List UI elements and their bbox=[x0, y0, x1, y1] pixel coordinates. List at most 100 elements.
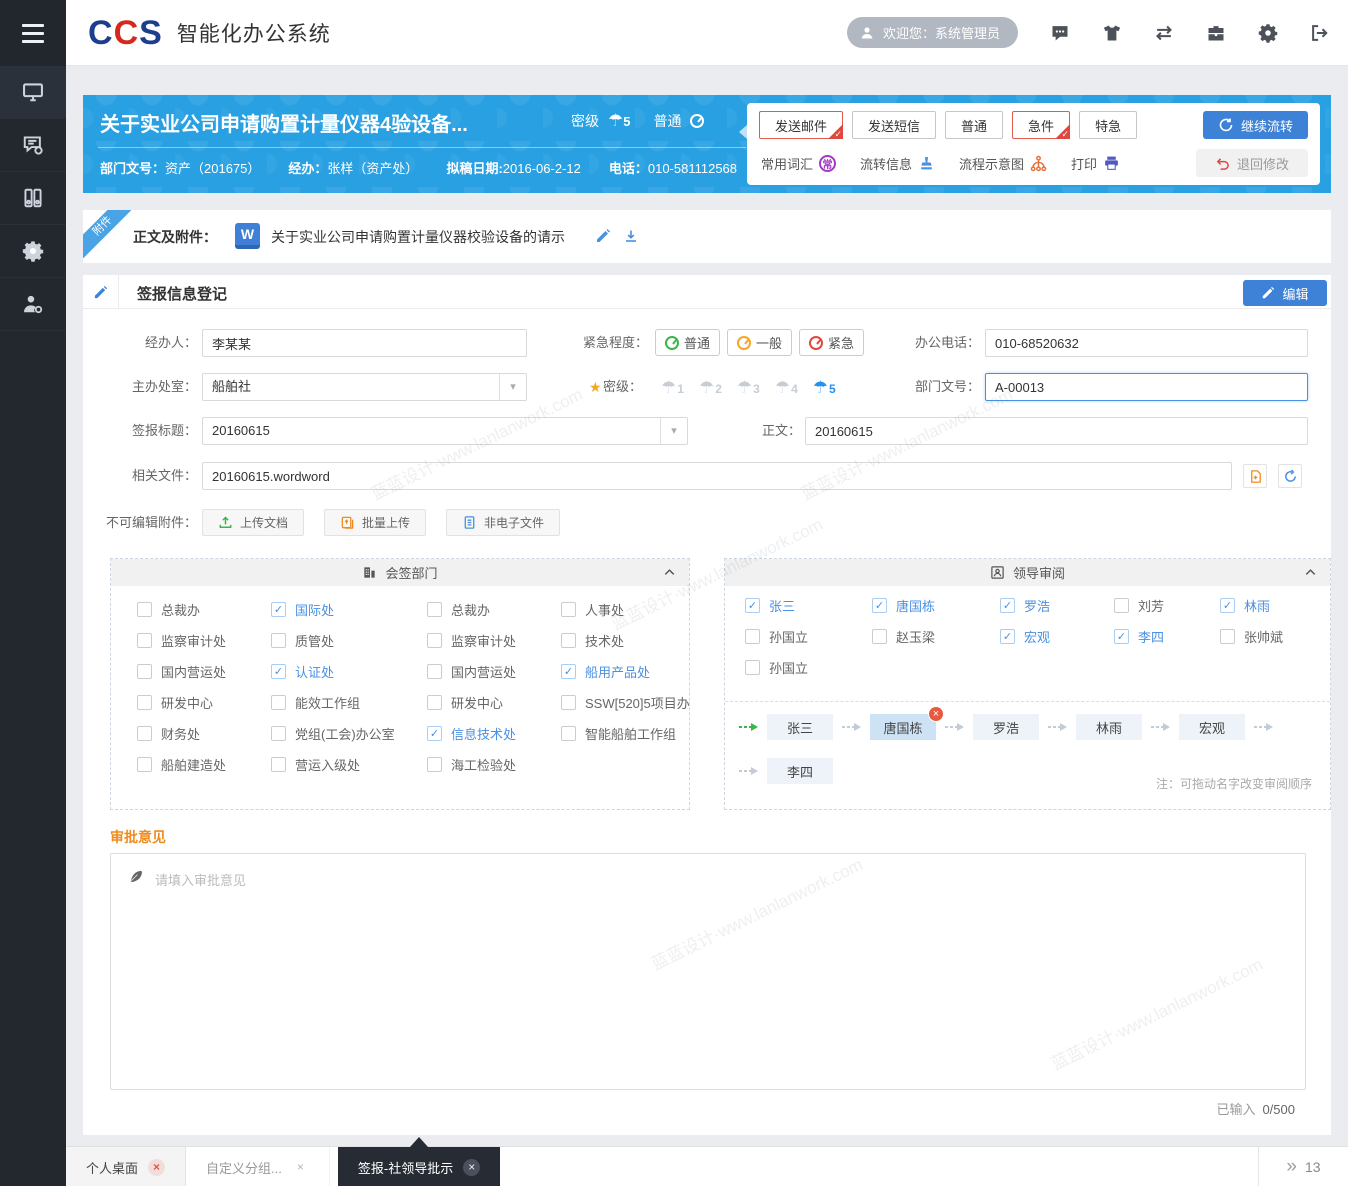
doc-action-link[interactable]: 流程示意图 bbox=[959, 154, 1047, 173]
reviewer-order-tag[interactable]: 张三 bbox=[767, 714, 833, 740]
reviewer-order-tag[interactable]: 宏观 bbox=[1179, 714, 1245, 740]
countersign-checkbox-item[interactable]: ✓认证处 bbox=[271, 661, 427, 681]
briefcase-icon[interactable] bbox=[1206, 23, 1226, 43]
countersign-checkbox-item[interactable]: 船舶建造处 bbox=[137, 754, 271, 774]
menu-toggle-icon[interactable] bbox=[0, 0, 66, 66]
urgency-option[interactable]: 普通 bbox=[655, 329, 720, 356]
refresh-button[interactable] bbox=[1278, 464, 1302, 488]
workspace-tab[interactable]: 签报-社领导批示× bbox=[338, 1147, 500, 1186]
opinion-textarea[interactable] bbox=[110, 853, 1306, 1090]
leader-checkbox-item[interactable]: ✓李四 bbox=[1114, 626, 1220, 646]
countersign-checkbox-item[interactable]: 智能船舶工作组 bbox=[561, 723, 690, 743]
leader-checkbox-item[interactable]: 刘芳 bbox=[1114, 595, 1220, 615]
attachment-button[interactable]: 上传文档 bbox=[202, 509, 304, 536]
leader-checkbox-item[interactable]: ✓林雨 bbox=[1220, 595, 1324, 615]
countersign-checkbox-item[interactable]: 国内营运处 bbox=[427, 661, 561, 681]
countersign-checkbox-item[interactable]: 质管处 bbox=[271, 630, 427, 650]
countersign-checkbox-item[interactable]: 营运入级处 bbox=[271, 754, 427, 774]
tab-close-icon[interactable]: × bbox=[148, 1159, 165, 1176]
sidebar-item-desktop[interactable] bbox=[0, 66, 66, 119]
leader-checkbox-item[interactable]: ✓唐国栋 bbox=[872, 595, 1000, 615]
leader-checkbox-item[interactable]: ✓宏观 bbox=[1000, 626, 1114, 646]
secrecy-level-4[interactable]: ☂4 bbox=[775, 379, 798, 396]
office-phone-input[interactable] bbox=[985, 329, 1308, 357]
sidebar-item-messages[interactable] bbox=[0, 119, 66, 172]
countersign-checkbox-item[interactable]: 研发中心 bbox=[427, 692, 561, 712]
tab-close-icon[interactable]: × bbox=[463, 1159, 480, 1176]
attachment-file-name[interactable]: 关于实业公司申请购置计量仪器校验设备的请示 bbox=[271, 227, 565, 247]
user-menu[interactable]: 欢迎您：系统管理员 bbox=[847, 17, 1018, 48]
host-office-select[interactable]: 船舶社 bbox=[202, 373, 527, 401]
logout-icon[interactable] bbox=[1310, 23, 1330, 43]
countersign-checkbox-item[interactable]: ✓信息技术处 bbox=[427, 723, 561, 743]
doc-action-button[interactable]: 发送短信 bbox=[852, 111, 936, 139]
secrecy-level-5[interactable]: ☂5 bbox=[813, 379, 836, 396]
countersign-checkbox-item[interactable]: 监察审计处 bbox=[427, 630, 561, 650]
related-file-input[interactable] bbox=[202, 462, 1232, 490]
doc-action-button[interactable]: 退回修改 bbox=[1196, 149, 1308, 177]
reviewer-order-tag[interactable]: 罗浩 bbox=[973, 714, 1039, 740]
sidebar-item-users[interactable] bbox=[0, 278, 66, 331]
reviewer-order-tag[interactable]: 林雨 bbox=[1076, 714, 1142, 740]
remove-icon[interactable]: × bbox=[928, 706, 944, 722]
countersign-checkbox-item[interactable]: SSW[520]5项目办 bbox=[561, 692, 690, 712]
leader-checkbox-item[interactable]: 孙国立 bbox=[745, 626, 872, 646]
sidebar-item-archive[interactable] bbox=[0, 172, 66, 225]
download-icon[interactable] bbox=[623, 228, 639, 244]
countersign-checkbox-item[interactable]: ✓国际处 bbox=[271, 599, 427, 619]
countersign-checkbox-item[interactable]: 总裁办 bbox=[427, 599, 561, 619]
urgency-option[interactable]: 紧急 bbox=[799, 329, 864, 356]
countersign-checkbox-item[interactable]: 人事处 bbox=[561, 599, 690, 619]
countersign-checkbox-item[interactable]: 技术处 bbox=[561, 630, 690, 650]
attachment-button[interactable]: 批量上传 bbox=[324, 509, 426, 536]
doc-action-button[interactable]: 急件✓ bbox=[1012, 111, 1070, 139]
settings-icon[interactable] bbox=[1258, 23, 1278, 43]
attachment-button[interactable]: 非电子文件 bbox=[446, 509, 560, 536]
leader-checkbox-item[interactable]: ✓罗浩 bbox=[1000, 595, 1114, 615]
body-input[interactable] bbox=[805, 417, 1308, 445]
tab-close-icon[interactable]: × bbox=[292, 1159, 309, 1176]
dept-no-input[interactable] bbox=[985, 373, 1308, 401]
countersign-checkbox-item[interactable]: 财务处 bbox=[137, 723, 271, 743]
more-tabs-button[interactable]: » 13 bbox=[1258, 1147, 1348, 1186]
edit-icon[interactable] bbox=[595, 228, 611, 244]
countersign-checkbox-item[interactable]: 能效工作组 bbox=[271, 692, 427, 712]
doc-action-button[interactable]: 特急 bbox=[1079, 111, 1137, 139]
doc-action-link[interactable]: 流转信息 bbox=[860, 154, 935, 173]
transfer-icon[interactable] bbox=[1154, 23, 1174, 43]
countersign-checkbox-item[interactable]: 党组(工会)办公室 bbox=[271, 723, 427, 743]
secrecy-level-3[interactable]: ☂3 bbox=[737, 379, 760, 396]
add-doc-button[interactable] bbox=[1243, 464, 1267, 488]
secrecy-level-1[interactable]: ☂1 bbox=[661, 379, 684, 396]
doc-action-button[interactable]: 发送邮件✓ bbox=[759, 111, 843, 139]
sidebar-item-system[interactable] bbox=[0, 225, 66, 278]
workspace-tab[interactable]: 个人桌面× bbox=[66, 1147, 186, 1186]
report-title-combo[interactable]: 20160615 bbox=[202, 417, 688, 445]
leader-checkbox-item[interactable]: 赵玉梁 bbox=[872, 626, 1000, 646]
leader-checkbox-item[interactable]: 孙国立 bbox=[745, 657, 872, 677]
leader-checkbox-item[interactable]: 张帅斌 bbox=[1220, 626, 1324, 646]
countersign-checkbox-item[interactable]: 总裁办 bbox=[137, 599, 271, 619]
reviewer-order-tag[interactable]: 唐国栋× bbox=[870, 714, 936, 740]
countersign-checkbox-item[interactable]: 监察审计处 bbox=[137, 630, 271, 650]
urgency-option[interactable]: 一般 bbox=[727, 329, 792, 356]
leader-checkbox-item[interactable]: ✓张三 bbox=[745, 595, 872, 615]
workspace-tab[interactable]: 自定义分组...× bbox=[186, 1147, 330, 1186]
chevron-up-icon[interactable] bbox=[662, 565, 677, 580]
handler-input[interactable] bbox=[202, 329, 527, 357]
countersign-checkbox-item[interactable]: 国内营运处 bbox=[137, 661, 271, 681]
doc-action-button[interactable]: 继续流转 bbox=[1203, 111, 1308, 139]
countersign-checkbox-item[interactable]: 海工检验处 bbox=[427, 754, 561, 774]
theme-icon[interactable] bbox=[1102, 23, 1122, 43]
chevron-up-icon[interactable] bbox=[1303, 565, 1318, 580]
reviewer-order-tag[interactable]: 李四 bbox=[767, 758, 833, 784]
countersign-checkbox-item[interactable]: 研发中心 bbox=[137, 692, 271, 712]
secrecy-level-2[interactable]: ☂2 bbox=[699, 379, 722, 396]
secrecy-rating: ☂1 ☂2 ☂3 ☂4 ☂5 bbox=[661, 373, 836, 401]
comment-icon[interactable] bbox=[1050, 23, 1070, 43]
doc-action-link[interactable]: 打印 bbox=[1071, 154, 1120, 173]
doc-action-link[interactable]: 常用词汇常 bbox=[761, 154, 836, 173]
countersign-checkbox-item[interactable]: ✓船用产品处 bbox=[561, 661, 690, 681]
edit-button[interactable]: 编辑 bbox=[1243, 280, 1327, 306]
doc-action-button[interactable]: 普通 bbox=[945, 111, 1003, 139]
